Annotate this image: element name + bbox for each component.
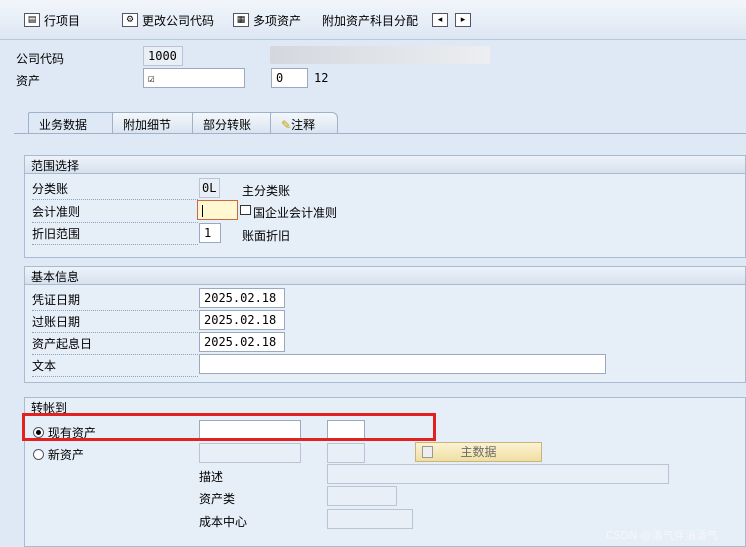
company-code-label: 公司代码 <box>16 52 65 66</box>
previous-page-icon: ◂ <box>432 13 448 27</box>
tab-partial-transfer[interactable]: 部分转账 <box>192 112 278 134</box>
asset-subnumber-extra: 12 <box>314 71 329 85</box>
text-cursor <box>202 204 203 217</box>
asset-class-field <box>327 486 397 506</box>
master-data-button[interactable]: 主数据 <box>415 442 542 462</box>
change-company-code-icon: ⚙ <box>122 13 138 27</box>
depreciation-area-description: 账面折旧 <box>242 229 291 243</box>
asset-field[interactable]: ☑ <box>143 68 245 88</box>
multiple-assets-icon: ▦ <box>233 13 249 27</box>
watermark: CSDN @清气伴消清气 <box>606 529 718 542</box>
company-name-redacted <box>270 46 490 64</box>
select-checkbox-icon: ☑ <box>148 72 155 85</box>
highlight-box <box>22 413 436 441</box>
next-page-button[interactable]: ▸ <box>455 9 471 31</box>
cost-center-label: 成本中心 <box>199 515 248 529</box>
depreciation-area-field[interactable]: 1 <box>199 223 221 243</box>
tab-notes[interactable]: ✎注释 <box>270 112 338 134</box>
accounting-principle-description: 国企业会计准则 <box>253 206 338 220</box>
scope-selection-title: 范围选择 <box>25 156 745 174</box>
description-field <box>327 464 669 484</box>
new-asset-field <box>199 443 301 463</box>
line-items-button[interactable]: ▤ 行项目 <box>24 9 80 31</box>
company-code-field: 1000 <box>143 46 183 66</box>
text-field[interactable] <box>199 354 606 374</box>
ledger-description: 主分类账 <box>242 184 291 198</box>
posting-date-label: 过账日期 <box>32 313 198 333</box>
previous-page-button[interactable]: ◂ <box>432 9 448 31</box>
asset-label: 资产 <box>16 74 41 88</box>
ledger-label: 分类账 <box>32 180 198 200</box>
additional-account-assignment-button[interactable]: 附加资产科目分配 <box>322 9 418 31</box>
master-data-icon <box>422 446 433 458</box>
posting-date-field[interactable]: 2025.02.18 <box>199 310 285 330</box>
basic-info-title: 基本信息 <box>25 267 745 285</box>
document-date-field[interactable]: 2025.02.18 <box>199 288 285 308</box>
change-company-code-button[interactable]: ⚙ 更改公司代码 <box>122 9 214 31</box>
description-label: 描述 <box>199 470 224 484</box>
application-toolbar: ▤ 行项目 ⚙ 更改公司代码 ▦ 多项资产 附加资产科目分配 ◂ ▸ <box>0 0 746 40</box>
asset-class-label: 资产类 <box>199 492 236 506</box>
document-date-label: 凭证日期 <box>32 291 198 311</box>
text-label: 文本 <box>32 357 198 377</box>
depreciation-area-label: 折旧范围 <box>32 225 198 245</box>
multiple-assets-button[interactable]: ▦ 多项资产 <box>233 9 301 31</box>
tab-business-data[interactable]: 业务数据 <box>28 112 121 134</box>
tab-strip: 业务数据 附加细节 部分转账 ✎注释 <box>14 112 746 134</box>
next-page-icon: ▸ <box>455 13 471 27</box>
ledger-field: 0L <box>199 178 220 198</box>
value-help-icon[interactable] <box>240 205 251 215</box>
accounting-principle-field[interactable] <box>197 200 238 220</box>
new-asset-subnumber-field <box>327 443 365 463</box>
accounting-principle-label: 会计准则 <box>32 203 198 223</box>
note-icon: ✎ <box>281 118 292 132</box>
asset-subnumber-field[interactable]: 0 <box>271 68 308 88</box>
asset-value-date-label: 资产起息日 <box>32 335 198 355</box>
radio-unselected-icon <box>33 449 44 460</box>
asset-value-date-field[interactable]: 2025.02.18 <box>199 332 285 352</box>
tab-additional-details[interactable]: 附加细节 <box>112 112 200 134</box>
cost-center-field <box>327 509 413 529</box>
new-asset-radio[interactable]: 新资产 <box>33 446 84 463</box>
line-items-icon: ▤ <box>24 13 40 27</box>
